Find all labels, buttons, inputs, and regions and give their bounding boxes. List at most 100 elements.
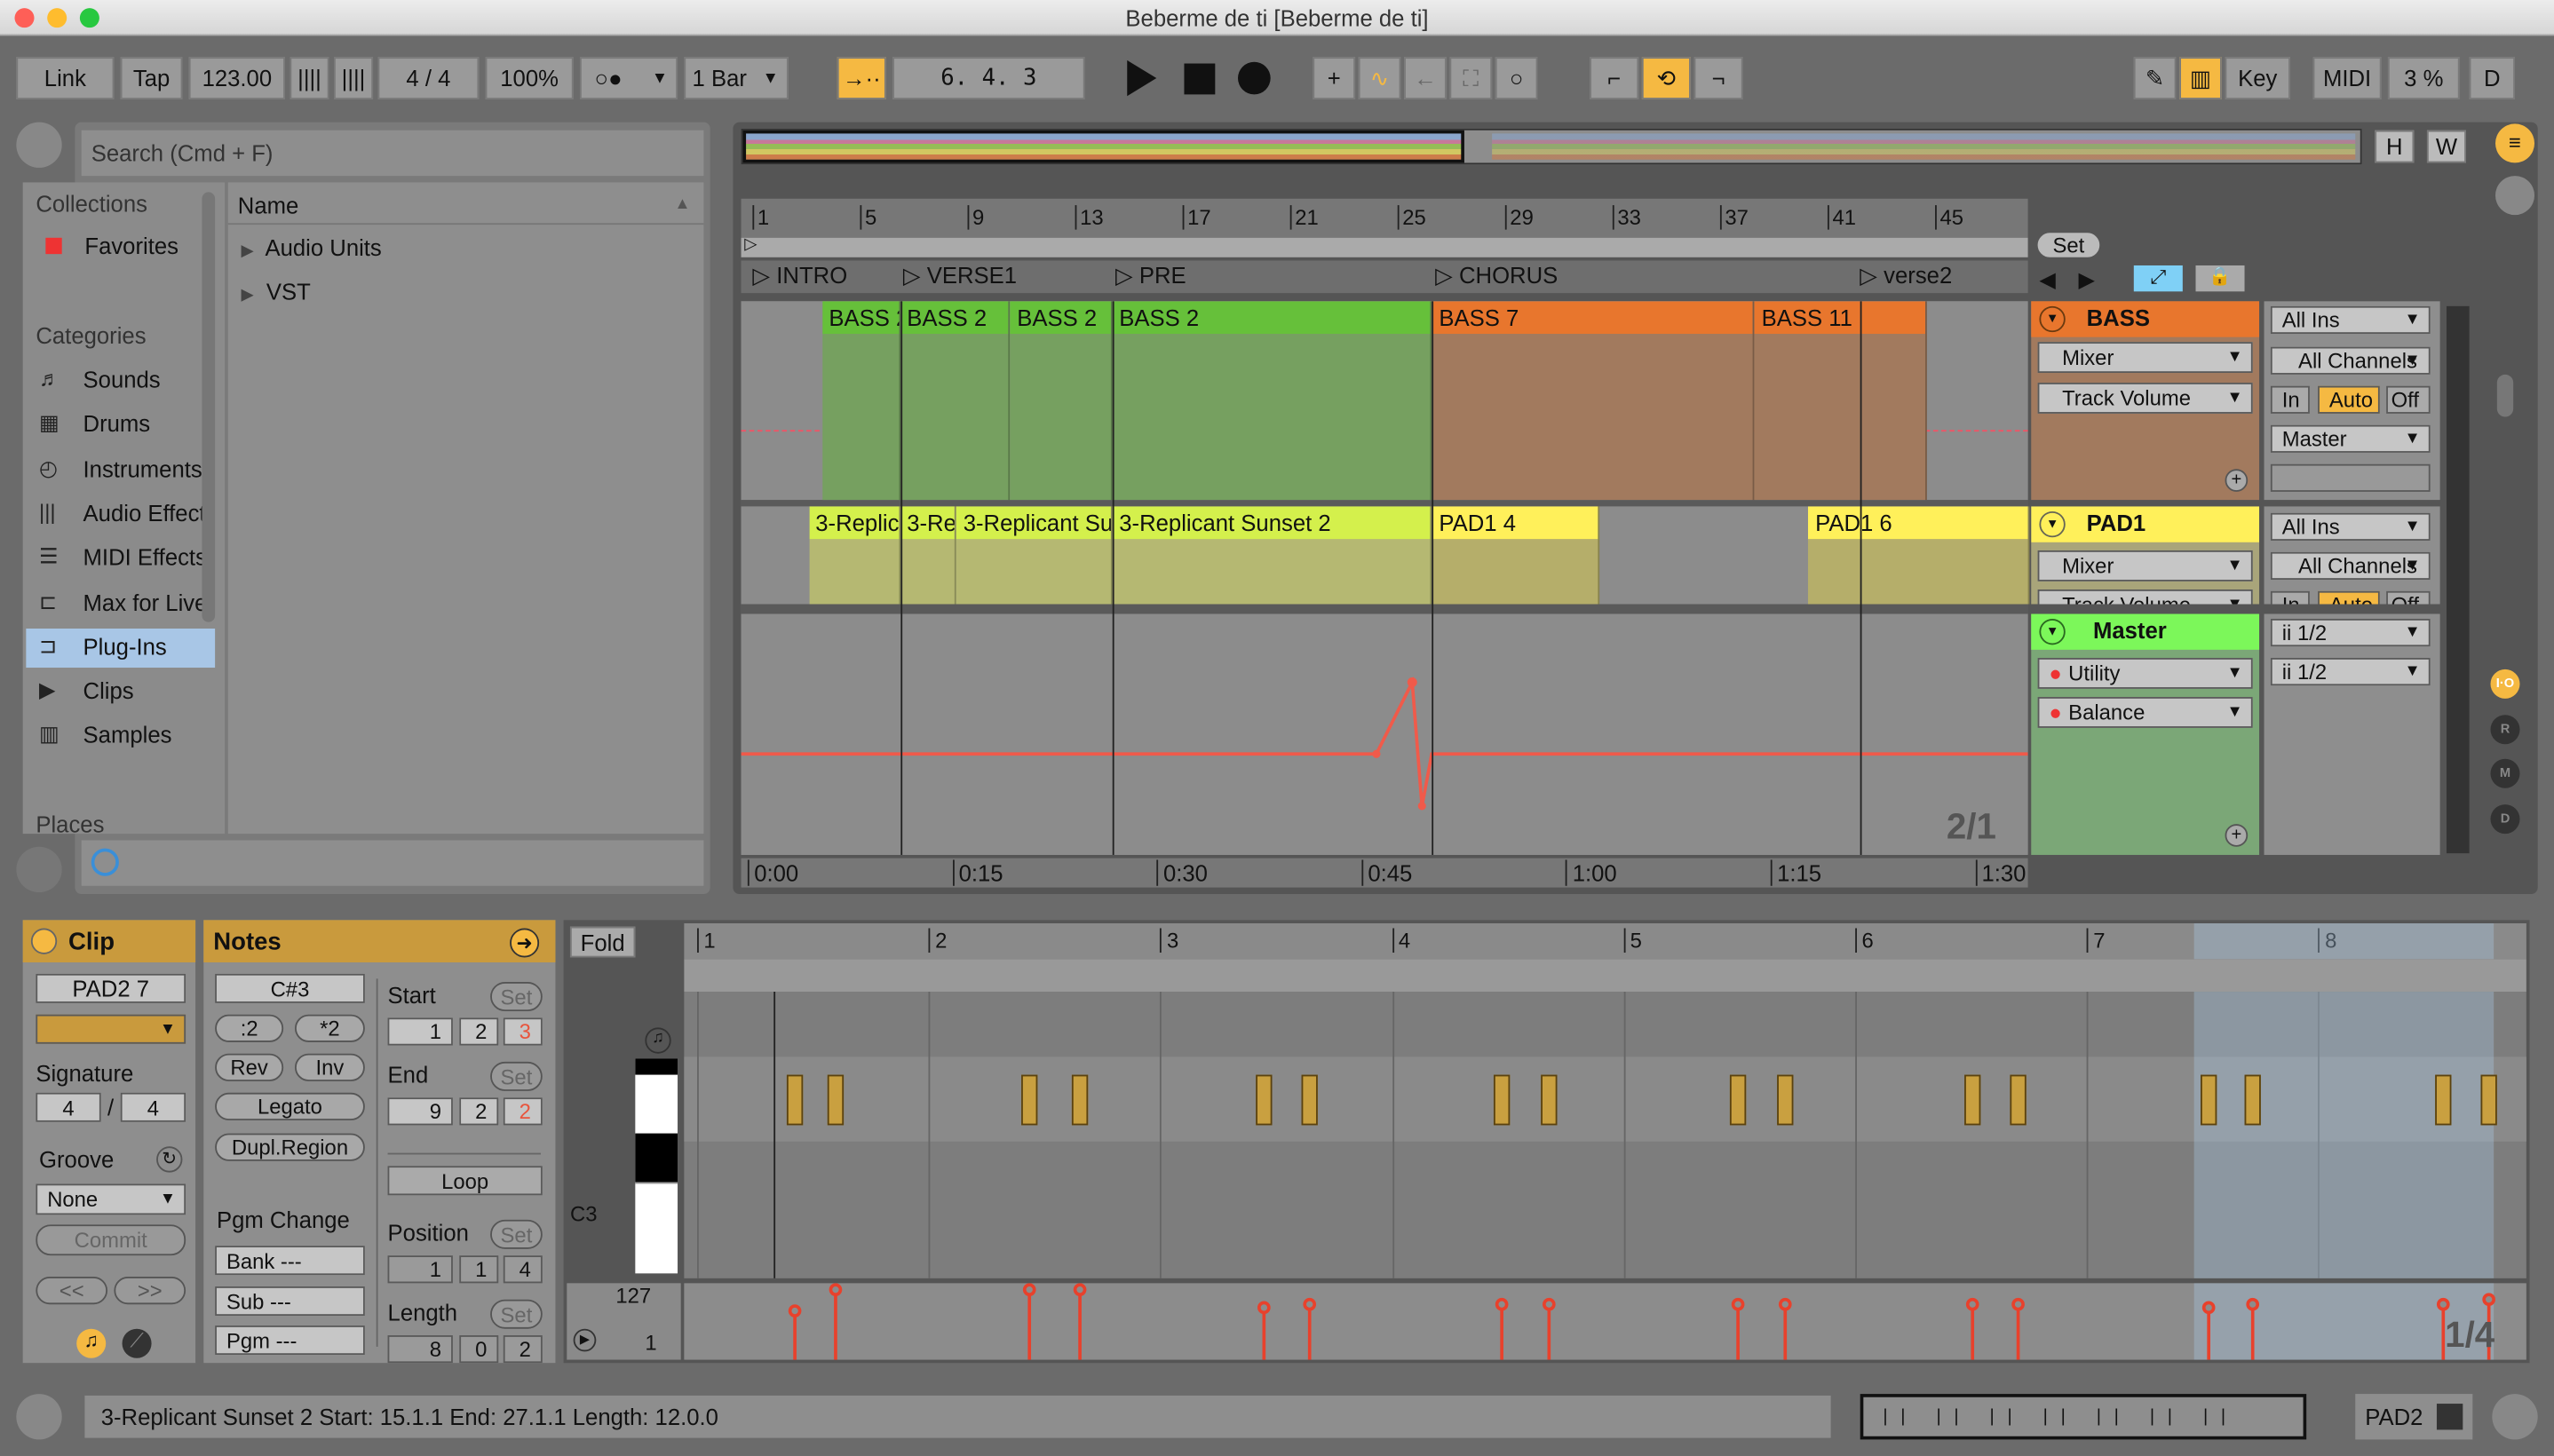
length-field-sixteenth[interactable]: 2 <box>503 1335 543 1364</box>
track-name-pad1[interactable]: PAD1 <box>2031 506 2260 542</box>
input-type-dropdown[interactable]: All Ins <box>2270 305 2431 335</box>
velocity-marker[interactable] <box>1778 1298 1791 1360</box>
preview-headphones-icon[interactable]: ♫ <box>645 1027 671 1054</box>
position-field-beat[interactable]: 1 <box>459 1255 499 1284</box>
start-field-beat[interactable]: 2 <box>459 1017 499 1046</box>
velocity-marker[interactable] <box>2246 1298 2259 1360</box>
velocity-marker[interactable] <box>1257 1301 1271 1360</box>
sidebar-item-samples[interactable]: ▥ Samples <box>26 717 215 756</box>
quantize-dropdown[interactable]: 1 Bar <box>684 57 789 99</box>
draw-mode-pencil-icon[interactable]: ✎ <box>2133 57 2177 99</box>
browser-item-audio-units[interactable]: ▶ Audio Units <box>241 234 381 260</box>
velocity-handle[interactable] <box>828 1283 842 1297</box>
velocity-handle[interactable] <box>1732 1298 1745 1312</box>
automation-param-dropdown[interactable]: Track Volume <box>2037 383 2253 414</box>
play-button[interactable] <box>1127 59 1157 97</box>
velocity-marker[interactable] <box>1965 1298 1979 1360</box>
sidebar-item-midi-effects[interactable]: ☰ MIDI Effects <box>26 539 215 578</box>
velocity-handle[interactable] <box>2201 1301 2216 1315</box>
end-field-beat[interactable]: 2 <box>459 1097 499 1126</box>
locator-verse1[interactable]: ▷ VERSE1 <box>903 262 1017 289</box>
locator-intro[interactable]: ▷ INTRO <box>752 262 847 289</box>
velocity-marker[interactable] <box>2011 1298 2026 1360</box>
arrangement-clip[interactable]: 3-Replicant Sunset 2 <box>956 506 1113 605</box>
fold-track-icon[interactable]: ▼ <box>2039 305 2066 333</box>
groove-pool-icon[interactable] <box>16 846 62 893</box>
midi-note[interactable] <box>1021 1074 1038 1126</box>
track-lanes[interactable]: 2/1 BASS 2BASS 2BASS 2BASS 2BASS 7BASS 1… <box>741 301 2029 855</box>
re-enable-automation-icon[interactable]: ← <box>1404 57 1447 99</box>
sidebar-item-max-for-live[interactable]: ⊏ Max for Live <box>26 584 215 623</box>
midi-note[interactable] <box>2434 1074 2451 1126</box>
monitor-auto-button[interactable]: Auto <box>2318 590 2380 605</box>
lock-envelopes-icon[interactable]: 🔒 <box>2195 265 2245 292</box>
midi-note[interactable] <box>1494 1074 1511 1126</box>
arrangement-clip[interactable]: PAD1 6 <box>1808 506 2029 605</box>
monitor-auto-button[interactable]: Auto <box>2318 385 2380 414</box>
clip-overview[interactable]: || || || || || || || <box>1860 1394 2307 1440</box>
follow-button[interactable]: →·· <box>837 57 886 99</box>
position-field-sixteenth[interactable]: 4 <box>503 1255 543 1284</box>
mixer-toggle-icon[interactable] <box>2495 176 2535 216</box>
fold-button[interactable]: Fold <box>569 926 636 958</box>
sidebar-item-audio-effects[interactable]: ||| Audio Effects <box>26 495 215 534</box>
velocity-marker[interactable] <box>1023 1283 1036 1360</box>
time-selection[interactable] <box>2193 992 2495 1278</box>
nudge-down-icon[interactable]: |||| <box>290 57 329 99</box>
browser-toggle-icon[interactable] <box>16 122 62 168</box>
midi-note[interactable] <box>1540 1074 1557 1126</box>
velocity-marker[interactable] <box>1732 1298 1745 1360</box>
optimize-width-button[interactable]: W <box>2426 130 2466 163</box>
monitor-in-button[interactable]: In <box>2270 590 2310 605</box>
length-field-beat[interactable]: 0 <box>459 1335 499 1364</box>
punch-in-icon[interactable]: ⌐ <box>1590 57 1639 99</box>
overview-visible-region[interactable] <box>742 130 1464 163</box>
tap-tempo-button[interactable]: Tap <box>120 57 183 99</box>
note-grid[interactable] <box>684 992 2526 1278</box>
arrangement-clip[interactable]: 3-Replicant Sunset 2 <box>808 506 900 605</box>
session-record-icon[interactable]: ○ <box>1495 57 1538 99</box>
editor-beat-ruler[interactable]: 12345678 <box>684 922 2526 960</box>
midi-note[interactable] <box>787 1074 805 1126</box>
sub-bank-field[interactable]: Sub --- <box>215 1286 365 1317</box>
sidebar-item-plug-ins[interactable]: ⊐ Plug-Ins <box>26 628 216 668</box>
arrangement-clip[interactable]: BASS 2 <box>822 301 900 501</box>
automation-device-dropdown[interactable]: ● Utility <box>2037 658 2253 689</box>
velocity-handle[interactable] <box>1778 1298 1791 1312</box>
stop-button[interactable] <box>1184 63 1216 95</box>
punch-out-icon[interactable]: ¬ <box>1693 57 1743 99</box>
velocity-handle[interactable] <box>1495 1298 1509 1312</box>
output-channel-field[interactable] <box>2270 463 2431 492</box>
duplicate-region-button[interactable]: Dupl.Region <box>215 1133 365 1161</box>
midi-note[interactable] <box>1963 1074 1981 1126</box>
output-dropdown[interactable]: Master <box>2270 424 2431 453</box>
overview-bar[interactable] <box>741 128 2362 165</box>
clip-color-dropdown[interactable] <box>36 1014 186 1044</box>
velocity-marker[interactable] <box>789 1303 803 1360</box>
beat-time-ruler[interactable]: 1 5 9 13 17 21 25 29 33 37 41 45 <box>741 198 2028 238</box>
input-channel-dropdown[interactable]: All Channels <box>2270 346 2431 375</box>
sidebar-item-sounds[interactable]: ♬ Sounds <box>26 361 215 400</box>
velocity-handle[interactable] <box>2482 1293 2495 1306</box>
velocity-handle[interactable] <box>1965 1298 1979 1312</box>
io-section-button[interactable]: I·O <box>2490 669 2520 699</box>
nudge-up-icon[interactable]: |||| <box>334 57 374 99</box>
velocity-marker[interactable] <box>1074 1283 1088 1360</box>
end-field-bar[interactable]: 9 <box>387 1097 453 1126</box>
end-field-sixteenth[interactable]: 2 <box>503 1097 543 1126</box>
arrangement-clip[interactable]: BASS 2 <box>1010 301 1113 501</box>
velocity-marker[interactable] <box>828 1283 842 1360</box>
velocity-handle[interactable] <box>1074 1283 1088 1297</box>
monitor-off-button[interactable]: Off <box>2386 590 2431 605</box>
velocity-handle[interactable] <box>789 1303 803 1318</box>
velocity-lane[interactable] <box>684 1283 2526 1360</box>
arrangement-clip[interactable]: PAD1 4 <box>1432 506 1599 605</box>
arrangement-vertical-scrollbar[interactable] <box>2496 374 2514 417</box>
midi-note[interactable] <box>2244 1074 2261 1126</box>
track-name-master[interactable]: Master <box>2031 613 2260 650</box>
arrangement-clip[interactable]: BASS 11 <box>1755 301 1927 501</box>
tempo-field[interactable]: 123.00 <box>188 57 285 99</box>
menu-icon[interactable]: ≡ <box>2495 123 2535 163</box>
locator-chorus[interactable]: ▷ CHORUS <box>1435 262 1558 289</box>
midi-note[interactable] <box>2480 1074 2497 1126</box>
